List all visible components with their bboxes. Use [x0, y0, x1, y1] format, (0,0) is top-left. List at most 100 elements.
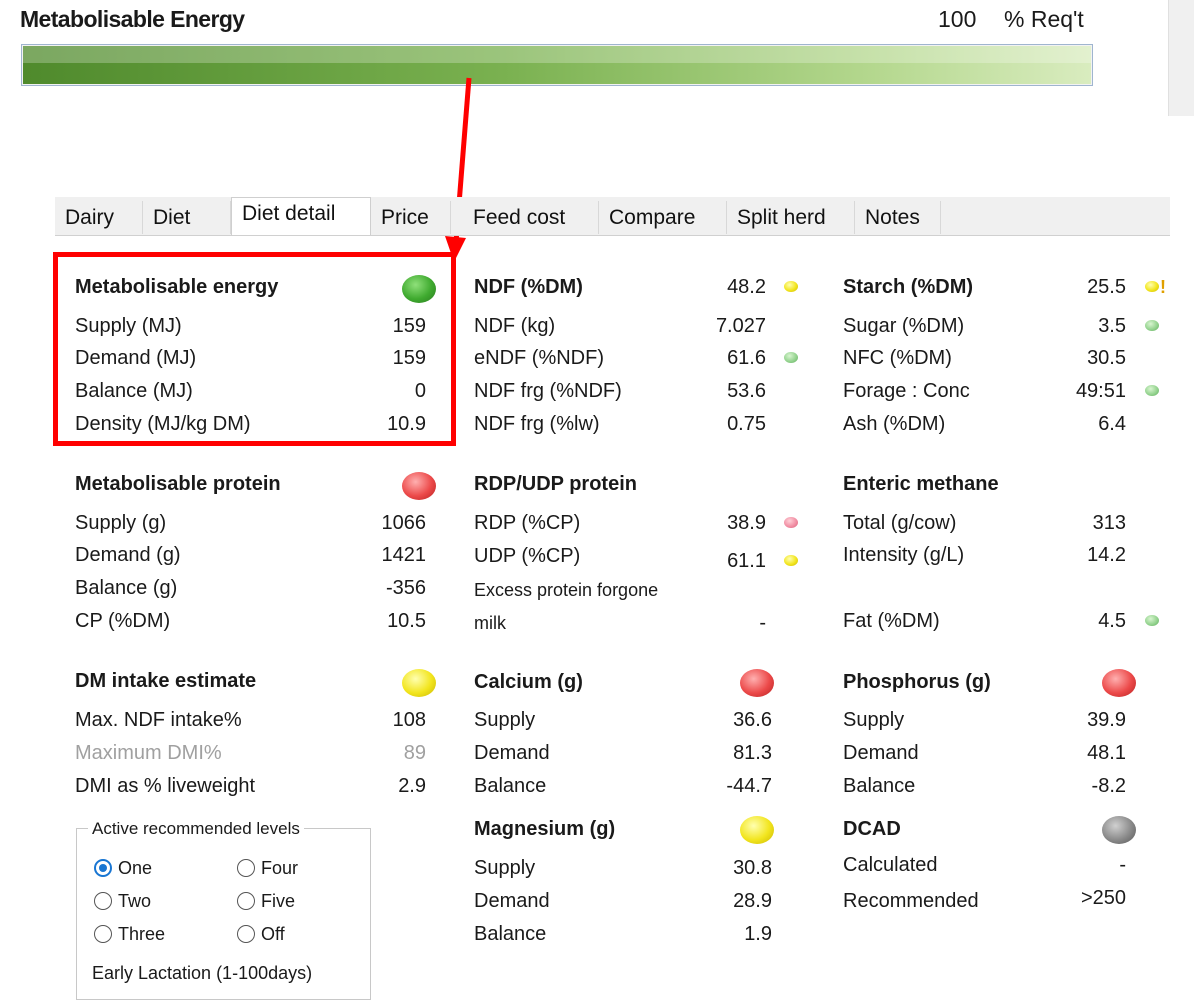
magnesium-demand-value: 28.9 — [733, 890, 772, 912]
excess-protein-milk-label: milk — [474, 613, 506, 633]
magnesium-balance-value: 1.9 — [744, 923, 772, 945]
fat-label: Fat (%DM) — [843, 610, 940, 632]
ash-label: Ash (%DM) — [843, 413, 946, 435]
magnesium-status-light — [740, 816, 774, 844]
phosphorus-supply-value: 39.9 — [1087, 709, 1126, 731]
mp-supply-value: 1066 — [381, 512, 427, 534]
radio-three-label[interactable]: Three — [118, 923, 165, 945]
phosphorus-balance-value: -8.2 — [1091, 775, 1126, 797]
sugar-label: Sugar (%DM) — [843, 315, 965, 337]
udp-value: 61.1 — [727, 550, 766, 572]
ash-value: 6.4 — [1098, 413, 1126, 435]
dmi-heading: DM intake estimate — [75, 670, 257, 692]
fat-status-light — [1145, 615, 1159, 626]
mp-cp-value: 10.5 — [387, 610, 426, 632]
mp-demand-label: Demand (g) — [75, 544, 181, 566]
magnesium-heading: Magnesium (g) — [474, 818, 616, 840]
tab-dairy[interactable]: Dairy — [55, 201, 143, 234]
calcium-demand-label: Demand — [474, 742, 550, 764]
fat-value: 4.5 — [1098, 610, 1126, 632]
radio-off-label[interactable]: Off — [261, 923, 285, 945]
sugar-value: 3.5 — [1098, 315, 1126, 337]
methane-intensity-value: 14.2 — [1087, 544, 1126, 566]
rdp-status-light — [784, 517, 798, 528]
radio-five-label[interactable]: Five — [261, 890, 295, 912]
methane-total-label: Total (g/cow) — [843, 512, 957, 534]
ndf-kg-label: NDF (kg) — [474, 315, 556, 337]
tab-diet[interactable]: Diet — [143, 201, 231, 234]
tab-strip: Dairy Diet Diet detail Price Feed cost C… — [55, 197, 1170, 236]
mp-supply-label: Supply (g) — [75, 512, 167, 534]
radio-one-label[interactable]: One — [118, 857, 152, 879]
ndf-status-light — [784, 281, 798, 292]
methane-total-value: 313 — [1092, 512, 1126, 534]
endf-label: eNDF (%NDF) — [474, 347, 604, 369]
udp-label: UDP (%CP) — [474, 545, 581, 567]
forage-conc-label: Forage : Conc — [843, 380, 970, 402]
dcad-recommended-label: Recommended — [843, 890, 979, 912]
excess-protein-label: Excess protein forgone — [474, 580, 659, 600]
mp-status-light — [402, 472, 436, 500]
mp-balance-label: Balance (g) — [75, 577, 178, 599]
tab-price[interactable]: Price — [371, 201, 451, 234]
dmi-max-ndf-value: 108 — [392, 709, 426, 731]
radio-four[interactable] — [237, 859, 255, 877]
dmi-max-dmi-label: Maximum DMI% — [75, 742, 222, 764]
phosphorus-demand-label: Demand — [843, 742, 919, 764]
highlight-box — [53, 252, 456, 446]
magnesium-supply-label: Supply — [474, 857, 536, 879]
dcad-calculated-label: Calculated — [843, 854, 938, 876]
rdp-value: 38.9 — [727, 512, 766, 534]
rdp-label: RDP (%CP) — [474, 512, 581, 534]
calcium-demand-value: 81.3 — [733, 742, 772, 764]
ndf-frg-ndf-label: NDF frg (%NDF) — [474, 380, 622, 402]
calcium-heading: Calcium (g) — [474, 671, 583, 693]
ndf-frg-lw-value: 0.75 — [727, 413, 766, 435]
ndf-kg-value: 7.027 — [715, 315, 766, 337]
methane-heading: Enteric methane — [843, 473, 999, 495]
radio-one[interactable] — [94, 859, 112, 877]
radio-five[interactable] — [237, 892, 255, 910]
dmi-status-light — [402, 669, 436, 697]
magnesium-demand-label: Demand — [474, 890, 550, 912]
radio-three[interactable] — [94, 925, 112, 943]
starch-warning-icon: ! — [1160, 277, 1166, 297]
tab-diet-detail[interactable]: Diet detail — [231, 197, 371, 235]
starch-heading: Starch (%DM) — [843, 276, 974, 298]
radio-four-label[interactable]: Four — [261, 857, 298, 879]
tab-split-herd[interactable]: Split herd — [727, 201, 855, 234]
calcium-status-light — [740, 669, 774, 697]
forage-conc-status-light — [1145, 385, 1159, 396]
nfc-value: 30.5 — [1087, 347, 1126, 369]
radio-off[interactable] — [237, 925, 255, 943]
sugar-status-light — [1145, 320, 1159, 331]
dcad-calculated-value: - — [1119, 854, 1126, 876]
radio-two-label[interactable]: Two — [118, 890, 151, 912]
starch-status-light — [1145, 281, 1159, 292]
endf-value: 61.6 — [727, 347, 766, 369]
calcium-balance-value: -44.7 — [726, 775, 772, 797]
tab-notes[interactable]: Notes — [855, 201, 941, 234]
magnesium-supply-value: 30.8 — [733, 857, 772, 879]
radio-two[interactable] — [94, 892, 112, 910]
mp-demand-value: 1421 — [381, 544, 427, 566]
ndf-heading: NDF (%DM) — [474, 276, 583, 298]
dcad-status-light — [1102, 816, 1136, 844]
dmi-max-ndf-label: Max. NDF intake% — [75, 709, 242, 731]
dcad-heading: DCAD — [843, 818, 901, 840]
udp-status-light — [784, 555, 798, 566]
mp-balance-value: -356 — [385, 577, 426, 599]
magnesium-balance-label: Balance — [474, 923, 547, 945]
forage-conc-value: 49:51 — [1075, 380, 1126, 402]
ndf-frg-ndf-value: 53.6 — [727, 380, 766, 402]
calcium-supply-value: 36.6 — [733, 709, 772, 731]
starch-value: 25.5 — [1087, 276, 1126, 298]
rdp-heading: RDP/UDP protein — [474, 473, 637, 495]
endf-status-light — [784, 352, 798, 363]
phosphorus-balance-label: Balance — [843, 775, 916, 797]
nfc-label: NFC (%DM) — [843, 347, 952, 369]
tab-feed-cost[interactable]: Feed cost — [463, 201, 599, 234]
ndf-value: 48.2 — [727, 276, 766, 298]
tab-compare[interactable]: Compare — [599, 201, 727, 234]
phosphorus-demand-value: 48.1 — [1087, 742, 1126, 764]
